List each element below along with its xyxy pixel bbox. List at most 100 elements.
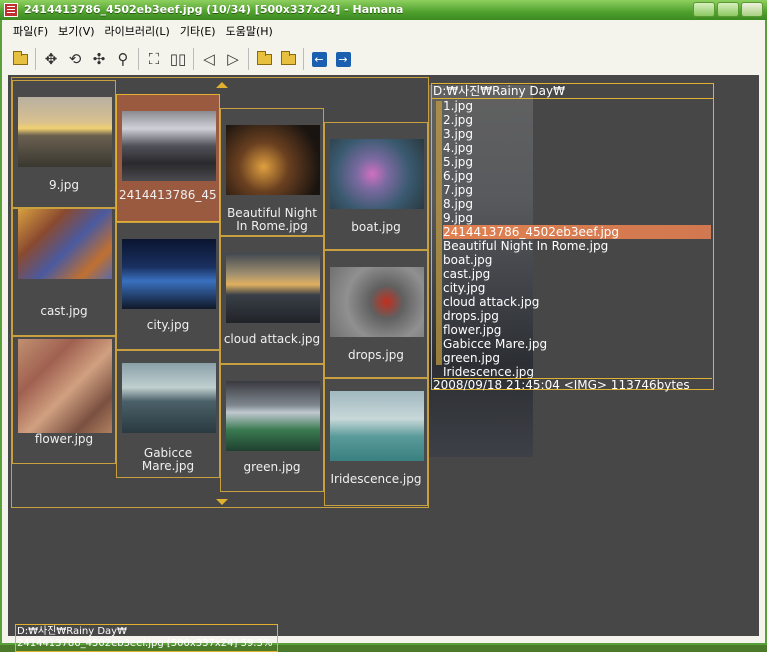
- file-list-panel[interactable]: D:₩사진₩Rainy Day₩ 1.jpg 2.jpg 3.jpg 4.jpg…: [431, 83, 714, 391]
- file-list[interactable]: 1.jpg 2.jpg 3.jpg 4.jpg 5.jpg 6.jpg 7.jp…: [432, 98, 713, 379]
- thumbnail-image: [330, 267, 424, 337]
- list-scrollbar[interactable]: [436, 101, 442, 365]
- next-button[interactable]: ▷: [221, 48, 245, 70]
- rotate-button[interactable]: ⟲: [63, 48, 87, 70]
- thumbnail-image: [122, 363, 216, 433]
- toolbar-separator: [248, 48, 249, 70]
- window-frame: 파일(F) 보기(V) 라이브러리(L) 기타(E) 도움말(H) ✥ ⟲ ✣ …: [0, 20, 767, 652]
- rotate-icon: ⟲: [68, 50, 82, 68]
- list-item[interactable]: 3.jpg: [443, 127, 711, 141]
- thumbnail-cell[interactable]: cast.jpg: [12, 208, 116, 336]
- scroll-down-icon[interactable]: [216, 499, 228, 505]
- thumbnail-label: cloud attack.jpg: [223, 333, 321, 346]
- thumbnail-label: cast.jpg: [40, 305, 88, 318]
- thumbnail-label: city.jpg: [146, 319, 190, 332]
- thumbnail-image: [18, 209, 112, 279]
- folder-path: D:₩사진₩Rainy Day₩: [433, 84, 565, 98]
- thumbnail-label: flower.jpg: [34, 433, 94, 446]
- thumbnail-cell[interactable]: 9.jpg: [12, 80, 116, 208]
- thumbnail-cell[interactable]: cloud attack.jpg: [220, 236, 324, 364]
- thumbnail-image: [226, 125, 320, 195]
- thumbnail-cell[interactable]: Gabicce Mare.jpg: [116, 350, 220, 478]
- thumbnail-grid[interactable]: 9.jpg 2414413786_4502eb3eef.jpg Beautifu…: [11, 77, 429, 508]
- thumbnail-label: Gabicce Mare.jpg: [141, 447, 195, 473]
- list-item-selected[interactable]: 2414413786_4502eb3eef.jpg: [443, 225, 711, 239]
- forward-button[interactable]: →: [331, 48, 355, 70]
- thumbnail-cell[interactable]: drops.jpg: [324, 250, 428, 378]
- folder-open-icon: [12, 50, 28, 65]
- move-icon: ✥: [44, 50, 58, 68]
- thumbnail-cell[interactable]: boat.jpg: [324, 122, 428, 250]
- thumbnail-cell[interactable]: city.jpg: [116, 222, 220, 350]
- list-item[interactable]: Beautiful Night In Rome.jpg: [443, 239, 711, 253]
- arrow-left-icon: ←: [311, 51, 327, 67]
- list-item[interactable]: 2.jpg: [443, 113, 711, 127]
- two-page-icon: ▯▯: [169, 50, 187, 68]
- list-item[interactable]: flower.jpg: [443, 323, 711, 337]
- list-item[interactable]: 8.jpg: [443, 197, 711, 211]
- list-item[interactable]: boat.jpg: [443, 253, 711, 267]
- menu-view[interactable]: 보기(V): [53, 23, 99, 41]
- list-item[interactable]: 4.jpg: [443, 141, 711, 155]
- list-item[interactable]: Iridescence.jpg: [443, 365, 711, 379]
- next-folder-button[interactable]: [276, 48, 300, 70]
- thumbnail-image: [330, 139, 424, 209]
- zoom-button[interactable]: ⚲: [111, 48, 135, 70]
- list-item[interactable]: green.jpg: [443, 351, 711, 365]
- thumbnail-cell[interactable]: Beautiful Night In Rome.jpg: [220, 108, 324, 236]
- maximize-button[interactable]: [717, 2, 739, 17]
- previous-button[interactable]: ◁: [197, 48, 221, 70]
- close-button[interactable]: [741, 2, 763, 17]
- list-item[interactable]: 7.jpg: [443, 183, 711, 197]
- menu-etc[interactable]: 기타(E): [175, 23, 221, 41]
- list-item[interactable]: drops.jpg: [443, 309, 711, 323]
- list-item[interactable]: Gabicce Mare.jpg: [443, 337, 711, 351]
- toolbar-separator: [193, 48, 194, 70]
- triangle-left-icon: ◁: [203, 50, 215, 68]
- magnifier-icon: ⚲: [117, 50, 129, 68]
- minimize-button[interactable]: [693, 2, 715, 17]
- menu-help[interactable]: 도움말(H): [221, 23, 278, 41]
- list-item[interactable]: 6.jpg: [443, 169, 711, 183]
- back-button[interactable]: ←: [307, 48, 331, 70]
- thumbnail-label: Beautiful Night In Rome.jpg: [227, 207, 317, 233]
- list-item[interactable]: cloud attack.jpg: [443, 295, 711, 309]
- pan-button[interactable]: ✣: [87, 48, 111, 70]
- move-button[interactable]: ✥: [39, 48, 63, 70]
- title-bar[interactable]: 2414413786_4502eb3eef.jpg (10/34) [500x3…: [0, 0, 767, 20]
- prev-folder-button[interactable]: [252, 48, 276, 70]
- thumbnail-label: boat.jpg: [351, 221, 401, 234]
- info-path: D:₩사진₩Rainy Day₩: [17, 626, 127, 637]
- list-item[interactable]: 9.jpg: [443, 211, 711, 225]
- info-file: 2414413786_4502eb3eef.jpg [500x337x24] 5…: [17, 638, 273, 649]
- thumbnail-image: [226, 253, 320, 323]
- thumbnail-cell[interactable]: green.jpg: [220, 364, 324, 492]
- scroll-up-icon[interactable]: [216, 82, 228, 88]
- menu-library[interactable]: 라이브러리(L): [100, 23, 175, 41]
- thumbnail-label: green.jpg: [243, 461, 301, 474]
- list-item[interactable]: 5.jpg: [443, 155, 711, 169]
- open-folder-button[interactable]: [8, 48, 32, 70]
- pan-icon: ✣: [92, 50, 106, 68]
- thumbnail-image: [18, 339, 112, 433]
- menu-bar: 파일(F) 보기(V) 라이브러리(L) 기타(E) 도움말(H): [8, 23, 278, 41]
- toolbar-separator: [35, 48, 36, 70]
- app-icon: [4, 3, 18, 17]
- thumbnail-label: Iridescence.jpg: [330, 473, 422, 486]
- fit-screen-icon: ⛶: [148, 50, 160, 68]
- thumbnail-cell[interactable]: 2414413786_4502eb3eef.jpg: [116, 94, 220, 222]
- list-item[interactable]: city.jpg: [443, 281, 711, 295]
- file-status: 2008/09/18 21:45:04 <IMG> 113746bytes: [433, 378, 712, 391]
- thumbnail-image: [122, 111, 216, 181]
- fit-screen-button[interactable]: ⛶: [142, 48, 166, 70]
- image-viewer[interactable]: 9.jpg 2414413786_4502eb3eef.jpg Beautifu…: [8, 75, 759, 652]
- list-item[interactable]: 1.jpg: [443, 99, 711, 113]
- menu-file[interactable]: 파일(F): [8, 23, 53, 41]
- list-item[interactable]: cast.jpg: [443, 267, 711, 281]
- two-page-button[interactable]: ▯▯: [166, 48, 190, 70]
- toolbar: ✥ ⟲ ✣ ⚲ ⛶ ▯▯ ◁ ▷ ← →: [8, 46, 355, 72]
- thumbnail-cell[interactable]: flower.jpg: [12, 336, 116, 464]
- thumbnail-image: [330, 391, 424, 461]
- thumbnail-cell[interactable]: Iridescence.jpg: [324, 378, 428, 506]
- folder-next-icon: [280, 50, 296, 65]
